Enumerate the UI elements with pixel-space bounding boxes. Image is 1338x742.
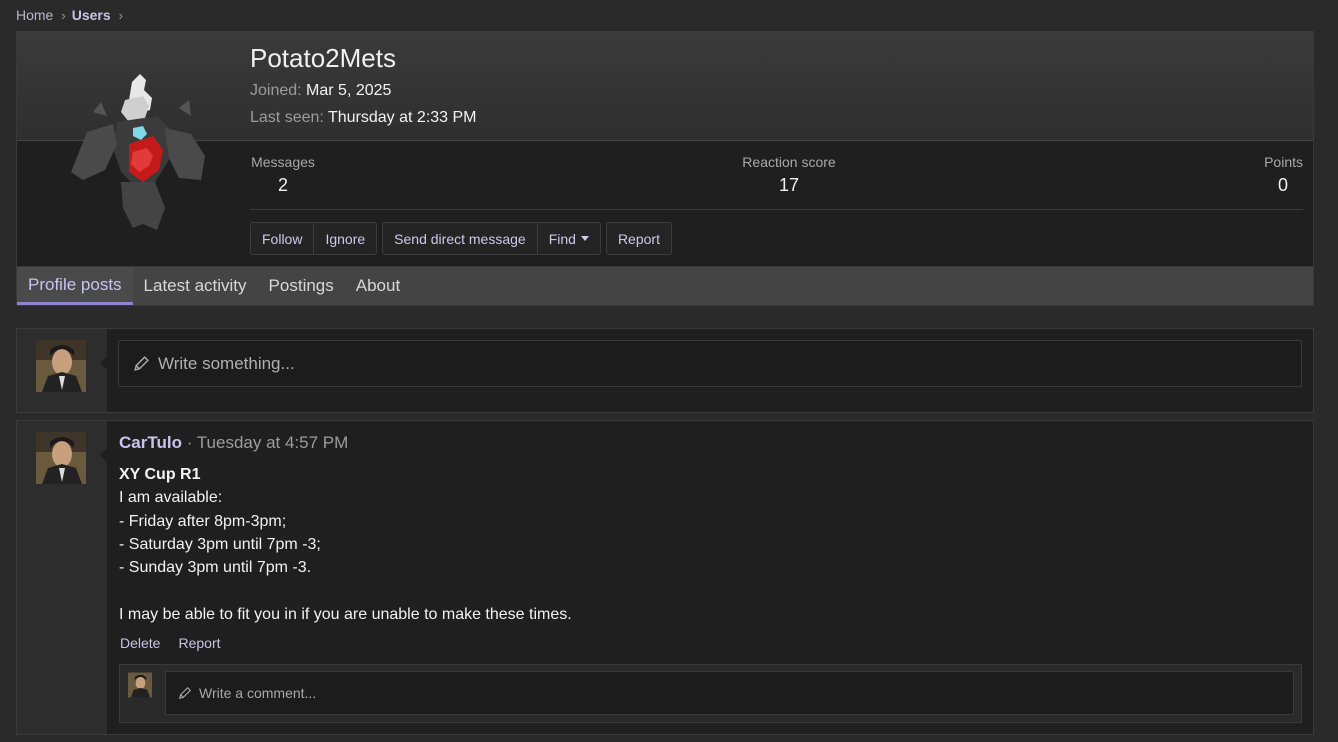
tab-about[interactable]: About [345, 267, 411, 305]
write-something-placeholder: Write something... [158, 353, 295, 373]
pencil-icon [133, 355, 150, 372]
profile-stats: Messages 2 Reaction score 17 Points 0 [250, 154, 1303, 210]
last-seen-value: Thursday at 2:33 PM [327, 109, 477, 126]
write-something-input[interactable]: Write something... [118, 340, 1302, 387]
stat-points[interactable]: Points 0 [1253, 154, 1303, 196]
post-line: I may be able to fit you in if you are u… [119, 605, 572, 623]
follow-button[interactable]: Follow [251, 223, 313, 254]
post-body: XY Cup R1 I am available: - Friday after… [119, 463, 572, 626]
report-post-link[interactable]: Report [178, 635, 220, 651]
post-line: - Friday after 8pm-3pm; [119, 512, 287, 530]
send-direct-message-button[interactable]: Send direct message [383, 223, 537, 254]
joined-value: Mar 5, 2025 [306, 82, 392, 99]
breadcrumb-users[interactable]: Users [72, 7, 111, 23]
profile-card: Potato2Mets Joined: Mar 5, 2025 Last see… [16, 31, 1314, 306]
comment-area: Write a comment... [119, 664, 1302, 723]
breadcrumb: Home › Users › [16, 6, 129, 24]
profile-joined: Joined: Mar 5, 2025 [250, 82, 391, 100]
stat-messages[interactable]: Messages 2 [250, 154, 316, 196]
post-timestamp[interactable]: · Tuesday at 4:57 PM [187, 433, 349, 452]
stat-reaction-value: 17 [778, 175, 800, 195]
profile-username: Potato2Mets [250, 43, 396, 73]
find-label: Find [548, 230, 576, 247]
tab-postings[interactable]: Postings [258, 267, 345, 305]
ignore-button[interactable]: Ignore [313, 223, 376, 254]
post-line: I am available: [119, 489, 223, 507]
post-line: - Saturday 3pm until 7pm -3; [119, 535, 321, 553]
post-title: XY Cup R1 [119, 466, 201, 483]
report-profile-button[interactable]: Report [607, 223, 671, 254]
speech-arrow [100, 448, 107, 462]
profile-post: CarTulo · Tuesday at 4:57 PM XY Cup R1 I… [16, 420, 1314, 735]
post-line: - Sunday 3pm until 7pm -3. [119, 559, 312, 577]
post-line-blank [119, 579, 572, 602]
stat-messages-label: Messages [251, 154, 315, 170]
chevron-right-icon: › [61, 7, 66, 23]
joined-label: Joined: [250, 82, 302, 99]
write-comment-placeholder: Write a comment... [199, 685, 317, 701]
pencil-icon [178, 686, 192, 700]
last-seen-label: Last seen: [250, 109, 324, 126]
comment-user-avatar[interactable] [128, 671, 152, 699]
caret-down-icon [580, 236, 589, 241]
speech-arrow [100, 356, 107, 370]
delete-post-link[interactable]: Delete [120, 635, 160, 651]
stat-points-value: 0 [1277, 175, 1288, 195]
profile-tabs: Profile posts Latest activity Postings A… [17, 266, 1313, 305]
report-group: Report [605, 222, 672, 255]
stat-reaction-score[interactable]: Reaction score 17 [734, 154, 844, 196]
new-profile-post: Write something... [16, 328, 1314, 413]
post-author-avatar[interactable] [36, 432, 86, 484]
stat-points-label: Points [1264, 154, 1303, 170]
post-actions: Delete Report [120, 635, 221, 651]
profile-avatar[interactable] [47, 52, 227, 242]
breadcrumb-home[interactable]: Home [16, 7, 53, 23]
tab-profile-posts[interactable]: Profile posts [17, 267, 133, 305]
profile-actions: Follow Ignore Send direct message Find R… [250, 222, 672, 255]
current-user-avatar[interactable] [36, 340, 86, 392]
post-author-link[interactable]: CarTulo [119, 433, 182, 452]
tab-latest-activity[interactable]: Latest activity [133, 267, 258, 305]
message-find-group: Send direct message Find [382, 222, 601, 255]
post-header: CarTulo · Tuesday at 4:57 PM [119, 433, 348, 453]
profile-last-seen: Last seen: Thursday at 2:33 PM [250, 109, 477, 127]
chevron-right-icon: › [118, 7, 123, 23]
stat-reaction-label: Reaction score [742, 154, 836, 170]
write-comment-input[interactable]: Write a comment... [165, 671, 1294, 715]
stat-messages-value: 2 [277, 175, 288, 195]
follow-ignore-group: Follow Ignore [250, 222, 378, 255]
find-dropdown-button[interactable]: Find [536, 223, 600, 254]
